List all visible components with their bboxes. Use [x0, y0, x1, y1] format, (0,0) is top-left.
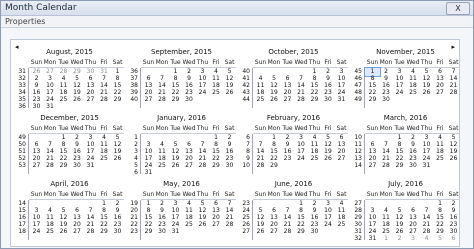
day-cell[interactable]: 27 [334, 155, 349, 163]
month-panel: April, 2016 Sun Mon Tue Wed Thu Fri Sat 14 15 16 17… [15, 176, 124, 242]
properties-label[interactable]: Properties [5, 16, 45, 27]
day-cell[interactable]: 31 [83, 162, 98, 170]
week-number: 18 [18, 228, 26, 235]
weekday-label: Sat [112, 191, 123, 198]
day-cell[interactable]: 31 [168, 228, 183, 236]
day-cell[interactable]: 26 [446, 155, 461, 163]
weekday-label: Sat [448, 59, 459, 66]
week-number: 10 [242, 162, 250, 169]
month-panel: August, 2015 Sun Mon Tue Wed Thu Fri Sat 31 32 33 3… [15, 44, 124, 110]
month-panel: January, 2016 Sun Mon Tue Wed Thu Fri Sat 1 2 3 4 5 6… [127, 110, 236, 176]
weekday-label: Sat [224, 59, 235, 66]
close-button[interactable]: X [446, 2, 470, 15]
month-panel: December, 2015 Sun Mon Tue Wed Thu Fri Sat 49 50 5… [15, 110, 124, 176]
week-number: 53 [18, 162, 26, 169]
day-cell[interactable]: 29 [267, 162, 282, 170]
month-calendar[interactable]: ◂ ▸ August, 2015 Sun Mon Tue Wed Thu Fri Sat 31 3… [10, 39, 460, 247]
day-cell[interactable]: 30 [222, 162, 237, 170]
weekday-label: Sat [448, 125, 459, 132]
day-cell[interactable]: 30 [379, 96, 394, 104]
weekday-label: Sat [112, 59, 123, 66]
month-title[interactable]: January, 2016 [127, 114, 236, 123]
day-cell[interactable]: 6 [446, 235, 461, 243]
weekday-label: Sat [448, 191, 459, 198]
weekday-label: Sat [224, 191, 235, 198]
weekday-label: Sat [224, 125, 235, 132]
day-cell[interactable]: 30 [110, 228, 125, 236]
week-number: 23 [130, 228, 138, 235]
title-bar: Month Calendar X [1, 1, 473, 16]
month-title[interactable]: September, 2015 [127, 48, 236, 57]
month-title[interactable]: April, 2016 [15, 180, 124, 189]
day-cell[interactable]: 31 [334, 96, 349, 104]
properties-bar: Properties [1, 16, 473, 28]
week-number: 40 [130, 96, 138, 103]
day-cell[interactable]: 28 [446, 89, 461, 97]
month-panel: September, 2015 Sun Mon Tue Wed Thu Fri Sat 36 37… [127, 44, 236, 110]
month-title[interactable]: November, 2015 [351, 48, 460, 57]
month-panel: July, 2016 Sun Mon Tue Wed Thu Fri Sat 27 28 29 30 3… [351, 176, 460, 242]
month-title[interactable]: March, 2016 [351, 114, 460, 123]
week-number: 27 [242, 228, 250, 235]
month-title[interactable]: July, 2016 [351, 180, 460, 189]
month-panel: June, 2016 Sun Mon Tue Wed Thu Fri Sat 23 24 25 26 2… [239, 176, 348, 242]
week-number: 32 [354, 235, 362, 242]
weekday-label: Sat [112, 125, 123, 132]
month-panel: October, 2015 Sun Mon Tue Wed Thu Fri Sat 40 41 42… [239, 44, 348, 110]
month-title[interactable]: August, 2015 [15, 48, 124, 57]
week-number: 44 [242, 96, 250, 103]
month-title[interactable]: December, 2015 [15, 114, 124, 123]
month-title[interactable]: May, 2016 [127, 180, 236, 189]
month-panel: November, 2015 Sun Mon Tue Wed Thu Fri Sat 45 46 4… [351, 44, 460, 110]
week-number: 49 [354, 96, 362, 103]
week-number: 14 [354, 162, 362, 169]
day-cell[interactable]: 26 [222, 89, 237, 97]
day-cell[interactable]: 28 [222, 221, 237, 229]
month-title[interactable]: October, 2015 [239, 48, 348, 57]
month-panel: May, 2016 Sun Mon Tue Wed Thu Fri Sat 19 20 21 22 23… [127, 176, 236, 242]
month-panel: March, 2016 Sun Mon Tue Wed Thu Fri Sat 10 11 12 13… [351, 110, 460, 176]
month-title[interactable]: June, 2016 [239, 180, 348, 189]
weekday-label: Sat [336, 125, 347, 132]
weekday-label: Sat [336, 59, 347, 66]
day-cell[interactable]: 30 [307, 228, 322, 236]
day-cell[interactable]: 25 [334, 221, 349, 229]
day-cell[interactable]: 26 [110, 155, 125, 163]
window-title: Month Calendar [5, 3, 77, 13]
day-cell[interactable]: 29 [110, 96, 125, 104]
month-calendar-window: Month Calendar X Properties ◂ ▸ August, … [0, 0, 474, 249]
day-cell[interactable]: 31 [419, 162, 434, 170]
weekday-label: Sat [336, 191, 347, 198]
day-cell[interactable]: 30 [182, 96, 197, 104]
month-title[interactable]: February, 2016 [239, 114, 348, 123]
month-panel: February, 2016 Sun Mon Tue Wed Thu Fri Sat 6 7 8 9 1… [239, 110, 348, 176]
